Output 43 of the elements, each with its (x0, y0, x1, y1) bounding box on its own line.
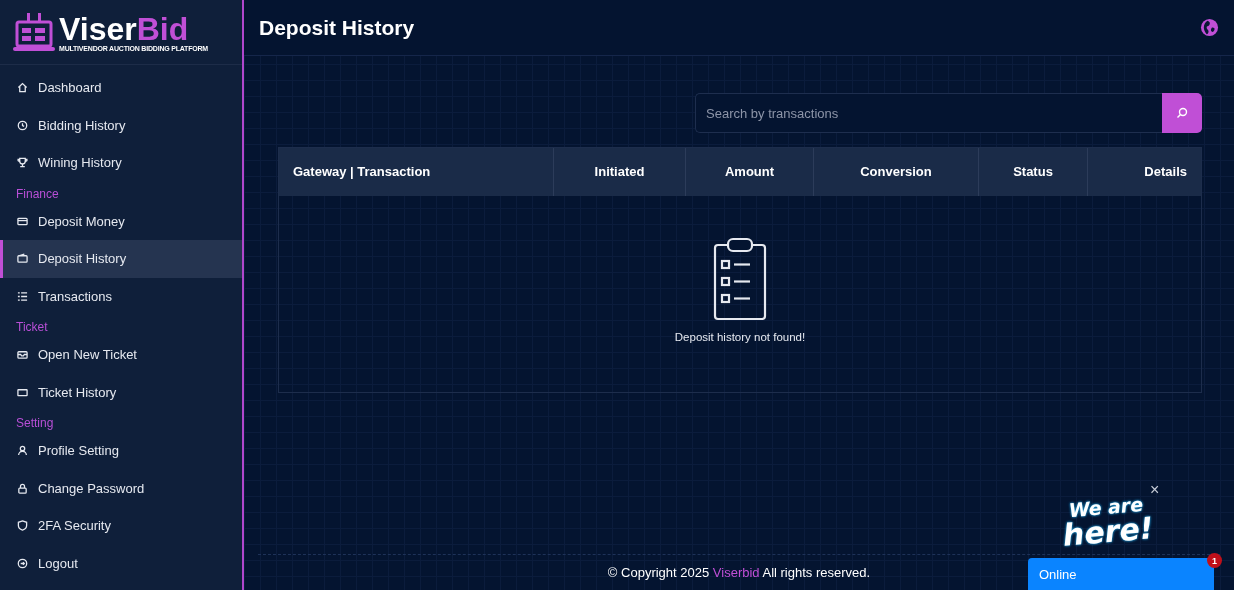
column-header: Initiated (553, 148, 685, 196)
sidebar-item[interactable]: Deposit Money (0, 202, 242, 240)
user-icon (17, 445, 28, 457)
page-title: Deposit History (259, 15, 415, 40)
sidebar-item[interactable]: Profile Setting (0, 432, 242, 470)
sidebar-item[interactable]: Transactions (0, 277, 242, 315)
sidebar-item[interactable]: 2FA Security (0, 507, 242, 545)
section-heading: Setting (15, 415, 55, 432)
list-icon (17, 290, 28, 302)
sidebar-item[interactable]: Ticket History (0, 373, 242, 411)
globe-icon[interactable] (1200, 18, 1219, 37)
sidebar-item[interactable]: Logout (0, 544, 242, 582)
trophy-icon (17, 157, 28, 169)
clipboard-icon (713, 237, 767, 321)
column-header: Status (978, 148, 1087, 196)
clock-icon (17, 119, 28, 131)
section-heading: Finance (15, 185, 60, 203)
column-header: Details (1087, 148, 1201, 196)
search-field[interactable]: Search by transactions (695, 93, 1162, 133)
sidebar-item[interactable]: Wining History (0, 144, 242, 182)
inbox-icon (17, 349, 28, 361)
section-heading: Ticket (15, 319, 49, 336)
sidebar-item[interactable]: Change Password (0, 469, 242, 507)
lock-icon (17, 482, 28, 494)
sidebar-item[interactable]: Open New Ticket (0, 336, 242, 374)
card-icon (17, 215, 28, 227)
sidebar-item[interactable]: Bidding History (0, 106, 242, 144)
sidebar-item[interactable]: Deposit History (0, 240, 242, 278)
sidebar-item[interactable]: Dashboard (0, 69, 242, 107)
chat-status: Online (1038, 566, 1077, 582)
home-icon (17, 82, 28, 94)
search-icon (1176, 107, 1188, 119)
column-header: Amount (685, 148, 813, 196)
empty-message: Deposit history not found! (674, 331, 806, 343)
brand-name: ViserBid (59, 12, 189, 45)
column-header: Conversion (813, 148, 978, 196)
shield-icon (17, 520, 28, 532)
wallet-icon (17, 253, 28, 265)
copyright-text: © Copyright 2025 Viserbid All rights reserved. (607, 565, 871, 580)
logout-icon (17, 557, 28, 569)
logo-icon (13, 12, 55, 52)
column-header: Gateway | Transaction (292, 163, 432, 181)
footer-link[interactable]: Viserbid (712, 565, 760, 580)
